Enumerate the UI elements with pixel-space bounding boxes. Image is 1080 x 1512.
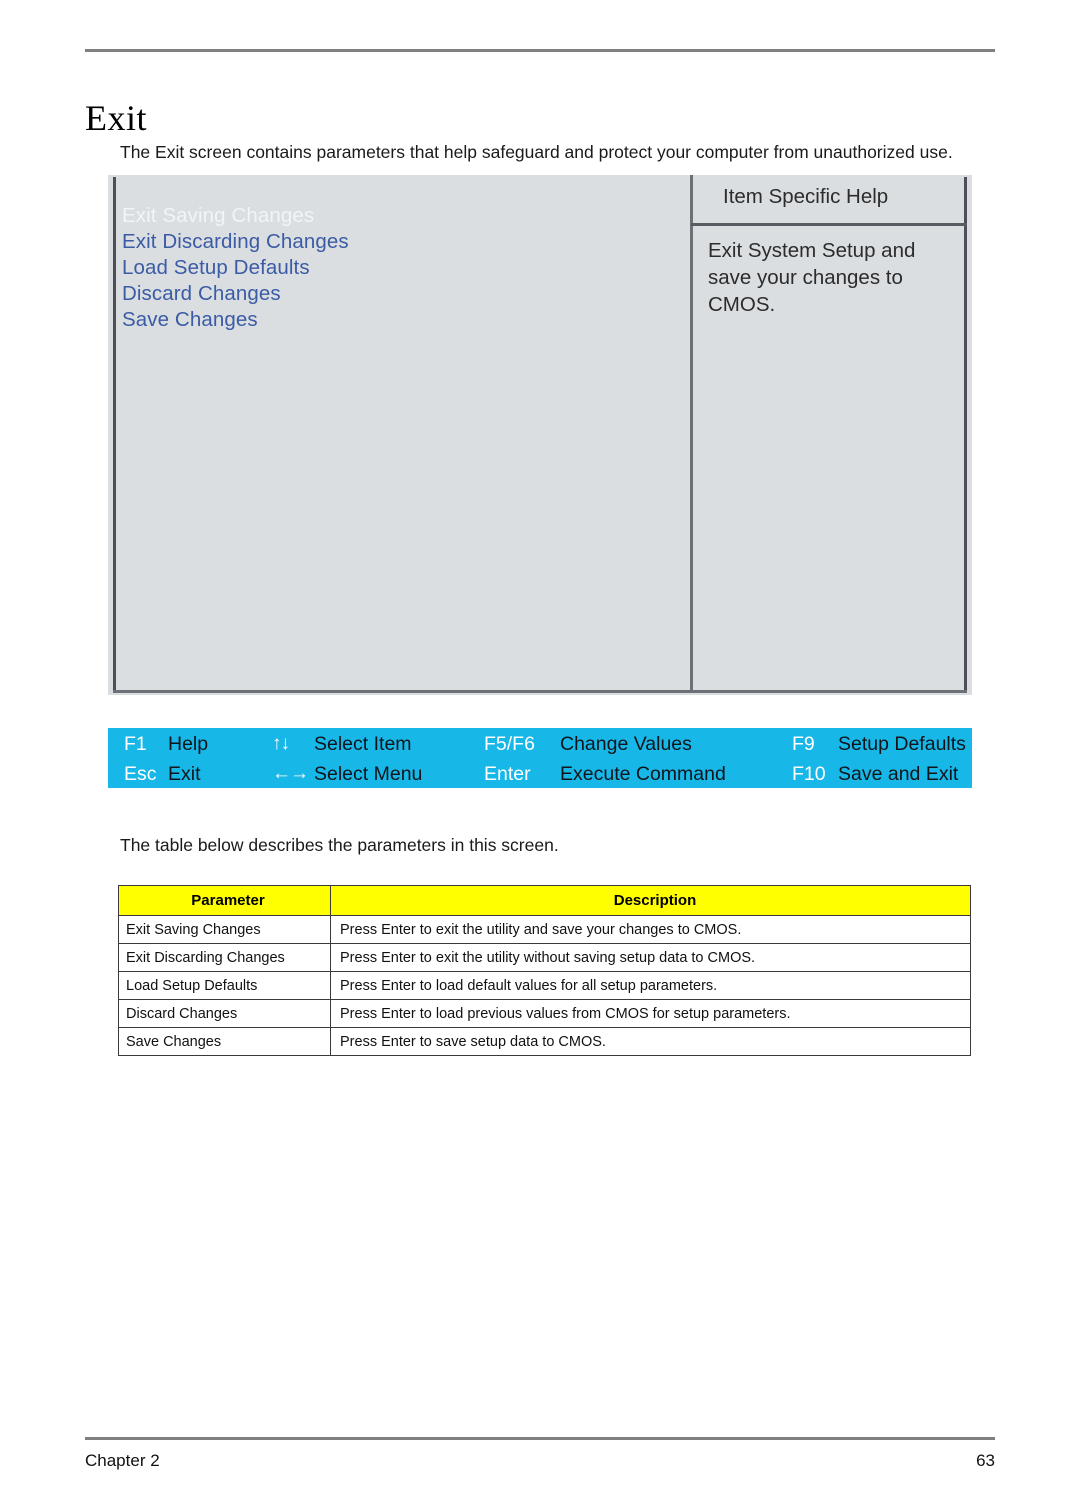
table-row: Exit Saving Changes Press Enter to exit … xyxy=(118,915,971,944)
table-header-row: Parameter Description xyxy=(118,885,971,916)
cell-description: Press Enter to exit the utility and save… xyxy=(330,915,971,944)
cell-description: Press Enter to load previous values from… xyxy=(330,999,971,1028)
item-specific-help-title: Item Specific Help xyxy=(723,185,889,208)
column-header-parameter: Parameter xyxy=(118,885,331,916)
cell-parameter: Load Setup Defaults xyxy=(118,971,331,1000)
cell-parameter: Discard Changes xyxy=(118,999,331,1028)
function-action-save-and-exit: Save and Exit xyxy=(838,763,959,785)
table-row: Exit Discarding Changes Press Enter to e… xyxy=(118,943,971,972)
footer-rule xyxy=(85,1437,995,1440)
help-panel-horizontal-divider xyxy=(691,223,967,226)
bios-panel-right-border xyxy=(964,177,967,693)
cell-parameter: Exit Discarding Changes xyxy=(118,943,331,972)
cell-parameter: Exit Saving Changes xyxy=(118,915,331,944)
column-header-description: Description xyxy=(330,885,971,916)
function-key-esc-exit[interactable]: Esc Exit xyxy=(124,760,201,788)
function-key-label-f1: F1 xyxy=(124,733,147,755)
function-action-change-values: Change Values xyxy=(560,733,692,755)
intro-paragraph: The Exit screen contains parameters that… xyxy=(120,141,953,162)
function-action-setup-defaults: Setup Defaults xyxy=(838,733,966,755)
cell-parameter: Save Changes xyxy=(118,1027,331,1056)
function-key-label-f5-f6: F5/F6 xyxy=(484,733,535,755)
footer-chapter-label: Chapter 2 xyxy=(85,1451,160,1470)
function-key-label-enter: Enter xyxy=(484,763,531,785)
item-specific-help-body: Exit System Setup and save your changes … xyxy=(708,239,916,316)
bios-panel-bottom-border xyxy=(113,690,967,693)
function-action-help: Help xyxy=(168,733,209,755)
bios-menu-item-discard-changes[interactable]: Discard Changes xyxy=(122,281,682,307)
cell-description: Press Enter to load default values for a… xyxy=(330,971,971,1000)
function-action-execute-command: Execute Command xyxy=(560,763,726,785)
function-action-select-item: Select Item xyxy=(314,733,412,755)
table-row: Load Setup Defaults Press Enter to load … xyxy=(118,971,971,1000)
function-key-label-f10: F10 xyxy=(792,763,826,785)
cell-description: Press Enter to save setup data to CMOS. xyxy=(330,1027,971,1056)
function-key-row-1: F1 Help ↑↓ Select Item F5/F6 Change Valu… xyxy=(108,728,972,758)
function-action-select-menu: Select Menu xyxy=(314,763,423,785)
leftright-arrow-icon: ←→ xyxy=(272,763,309,784)
bios-menu-item-exit-discarding-changes[interactable]: Exit Discarding Changes xyxy=(122,229,682,255)
bios-menu-item-exit-saving-changes[interactable]: Exit Saving Changes xyxy=(122,203,682,229)
table-header: Parameter Description xyxy=(118,885,971,916)
bios-panel-vertical-divider xyxy=(690,175,693,693)
function-key-label-f9: F9 xyxy=(792,733,815,755)
bios-panel: Exit Saving Changes Exit Discarding Chan… xyxy=(108,175,972,695)
table-row: Discard Changes Press Enter to load prev… xyxy=(118,999,971,1028)
bios-menu-list: Exit Saving Changes Exit Discarding Chan… xyxy=(122,203,682,333)
function-key-select-menu[interactable]: ←→ Select Menu xyxy=(272,760,422,788)
bios-setup-screenshot: Exit Saving Changes Exit Discarding Chan… xyxy=(108,175,972,788)
parameter-description-table: Parameter Description Exit Saving Change… xyxy=(118,885,971,1056)
bios-menu-item-load-setup-defaults[interactable]: Load Setup Defaults xyxy=(122,255,682,281)
function-key-f10-save-and-exit[interactable]: F10 Save and Exit xyxy=(792,760,958,788)
bios-panel-left-border xyxy=(113,177,116,693)
header-rule xyxy=(85,49,995,52)
page-title: Exit xyxy=(85,98,147,139)
bios-menu-item-save-changes[interactable]: Save Changes xyxy=(122,307,682,333)
cell-description: Press Enter to exit the utility without … xyxy=(330,943,971,972)
function-key-f1-help[interactable]: F1 Help xyxy=(124,730,208,758)
table-intro-paragraph: The table below describes the parameters… xyxy=(120,834,559,855)
table-body: Exit Saving Changes Press Enter to exit … xyxy=(118,915,971,1056)
function-key-f5-f6-change-values[interactable]: F5/F6 Change Values xyxy=(484,730,692,758)
function-key-enter-execute-command[interactable]: Enter Execute Command xyxy=(484,760,726,788)
function-key-select-item[interactable]: ↑↓ Select Item xyxy=(272,730,412,758)
bios-function-key-bar: F1 Help ↑↓ Select Item F5/F6 Change Valu… xyxy=(108,728,972,788)
function-key-row-2: Esc Exit ←→ Select Menu Enter Execute Co… xyxy=(108,758,972,788)
function-action-exit: Exit xyxy=(168,763,201,785)
table-row: Save Changes Press Enter to save setup d… xyxy=(118,1027,971,1056)
function-key-f9-setup-defaults[interactable]: F9 Setup Defaults xyxy=(792,730,966,758)
function-key-label-esc: Esc xyxy=(124,763,157,785)
updown-arrow-icon: ↑↓ xyxy=(272,733,290,754)
footer-page-number: 63 xyxy=(976,1451,995,1470)
document-page: Exit The Exit screen contains parameters… xyxy=(0,0,1080,1512)
